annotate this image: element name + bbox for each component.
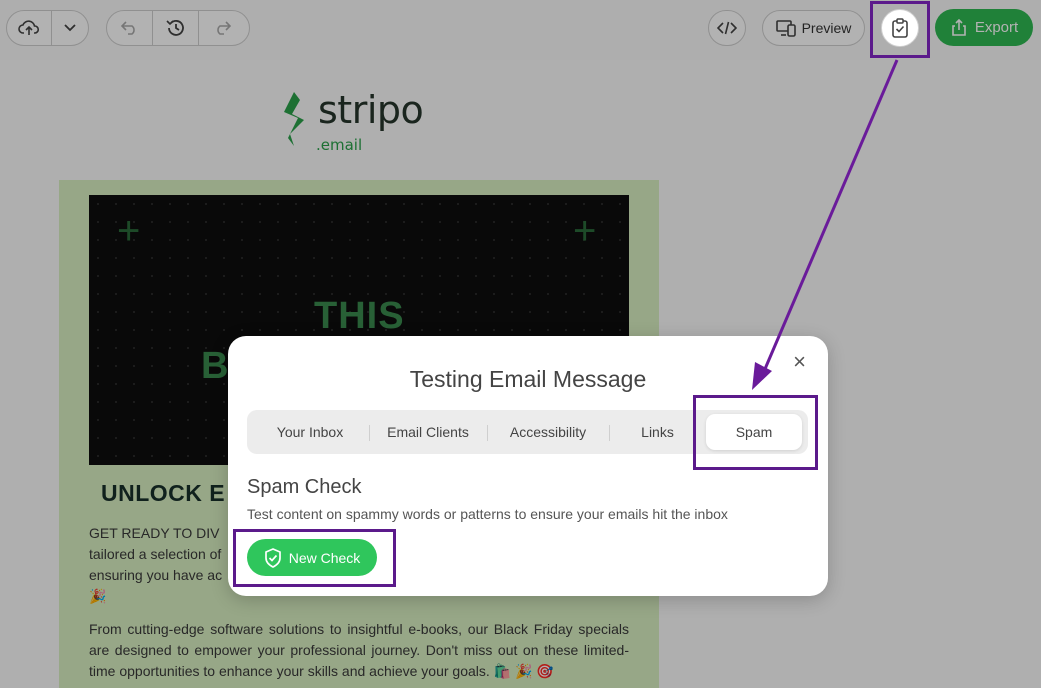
tab-your-inbox[interactable]: Your Inbox bbox=[251, 414, 369, 450]
modal-title: Testing Email Message bbox=[409, 366, 647, 392]
annotation-box-spam-tab bbox=[693, 395, 818, 470]
tab-email-clients[interactable]: Email Clients bbox=[369, 414, 487, 450]
annotation-box-new-check bbox=[233, 529, 396, 587]
tab-accessibility[interactable]: Accessibility bbox=[487, 414, 609, 450]
section-description: Test content on spammy words or patterns… bbox=[247, 506, 728, 522]
annotation-box-testing-button bbox=[870, 1, 930, 58]
tab-links[interactable]: Links bbox=[609, 414, 706, 450]
section-title: Spam Check bbox=[247, 476, 362, 498]
